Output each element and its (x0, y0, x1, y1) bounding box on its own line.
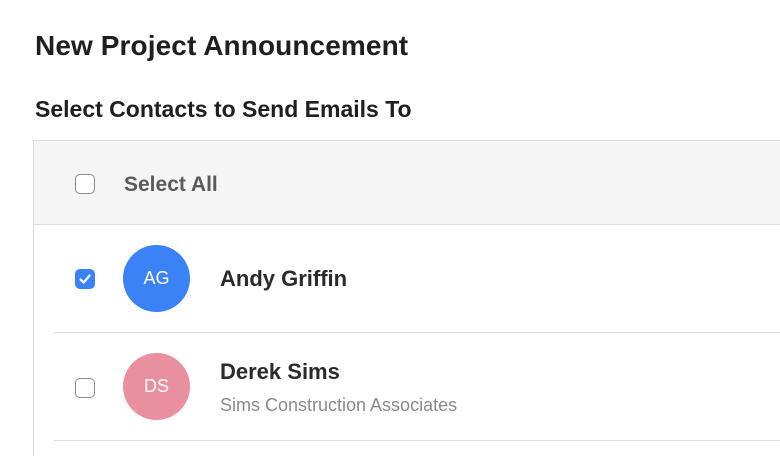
contact-checkbox[interactable] (75, 378, 95, 398)
page-title: New Project Announcement (35, 30, 409, 61)
contact-checkbox[interactable] (75, 269, 95, 289)
contact-row[interactable]: AG Andy Griffin (34, 225, 780, 333)
contact-name: Derek Sims (220, 359, 340, 384)
avatar: AG (123, 245, 190, 312)
contact-company: Sims Construction Associates (220, 395, 458, 415)
contacts-panel: Select All AG Andy Griffin DS Derek Sims… (33, 140, 780, 456)
contact-selection-page: New Project Announcement Select Contacts… (0, 0, 780, 456)
avatar: DS (123, 353, 190, 420)
contact-name: Andy Griffin (220, 266, 348, 291)
select-all-label: Select All (124, 173, 218, 196)
contact-row[interactable]: DS Derek Sims Sims Construction Associat… (34, 333, 780, 441)
select-all-checkbox[interactable] (75, 174, 95, 194)
page-subtitle: Select Contacts to Send Emails To (35, 96, 412, 122)
checkmark-icon (79, 274, 91, 284)
row-divider (54, 440, 780, 441)
select-all-row[interactable]: Select All (34, 141, 780, 225)
